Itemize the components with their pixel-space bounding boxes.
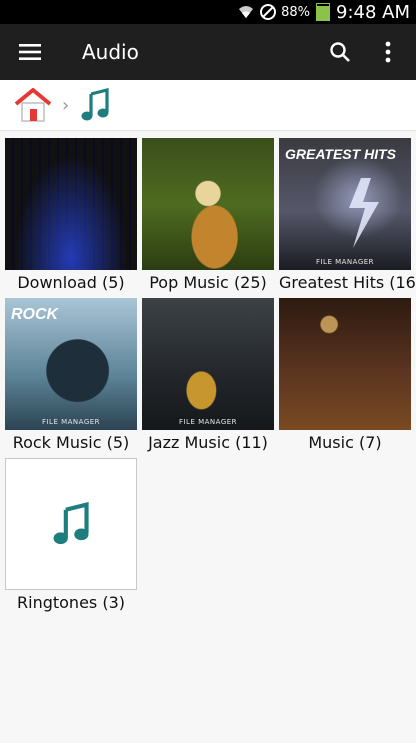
battery-icon: [316, 3, 330, 21]
blocked-icon: [259, 3, 277, 21]
page-title: Audio: [82, 40, 139, 64]
thumbnail-watermark: FILE MANAGER: [41, 418, 101, 426]
music-note-icon[interactable]: [79, 87, 111, 123]
folder-label: Ringtones (3): [17, 593, 125, 612]
folder-thumbnail: ROCK FILE MANAGER: [5, 298, 137, 430]
folder-thumbnail: [142, 138, 274, 270]
breadcrumb: ›: [0, 80, 416, 131]
folder-tile[interactable]: Pop Music (25): [142, 138, 274, 292]
folder-thumbnail: [279, 298, 411, 430]
folder-thumbnail: GREATEST HITS FILE MANAGER: [279, 138, 411, 270]
folder-label: Greatest Hits (16): [279, 273, 416, 292]
battery-percent: 88%: [281, 4, 310, 20]
folder-tile[interactable]: Ringtones (3): [5, 458, 137, 612]
folder-label: Music (7): [308, 433, 382, 452]
search-icon[interactable]: [316, 24, 364, 80]
clock: 9:48 AM: [336, 1, 410, 23]
wifi-icon: [237, 4, 255, 20]
folder-tile[interactable]: ROCK FILE MANAGER Rock Music (5): [5, 298, 137, 452]
folder-thumbnail: FILE MANAGER: [142, 298, 274, 430]
thumbnail-watermark: FILE MANAGER: [178, 418, 238, 426]
folder-thumbnail: [5, 458, 137, 590]
folder-thumbnail: [5, 138, 137, 270]
lightning-icon: [349, 178, 379, 248]
thumbnail-overlay-text: GREATEST HITS: [285, 146, 396, 162]
music-note-icon: [53, 502, 89, 545]
folder-tile[interactable]: FILE MANAGER Jazz Music (11): [142, 298, 274, 452]
status-bar: 88% 9:48 AM: [0, 0, 416, 24]
home-icon[interactable]: [14, 86, 52, 124]
thumbnail-watermark: FILE MANAGER: [315, 258, 375, 266]
folder-tile[interactable]: Music (7): [279, 298, 411, 452]
app-bar: Audio: [0, 24, 416, 80]
thumbnail-overlay-text: ROCK: [11, 306, 59, 323]
folder-tile[interactable]: GREATEST HITS FILE MANAGER Greatest Hits…: [279, 138, 416, 292]
folder-label: Jazz Music (11): [148, 433, 268, 452]
folder-label: Rock Music (5): [12, 433, 130, 452]
folder-tile[interactable]: Download (5): [5, 138, 137, 292]
more-vert-icon[interactable]: [364, 24, 412, 80]
folder-label: Download (5): [17, 273, 125, 292]
menu-icon[interactable]: [0, 24, 60, 80]
folder-label: Pop Music (25): [149, 273, 267, 292]
chevron-right-icon: ›: [62, 94, 70, 116]
